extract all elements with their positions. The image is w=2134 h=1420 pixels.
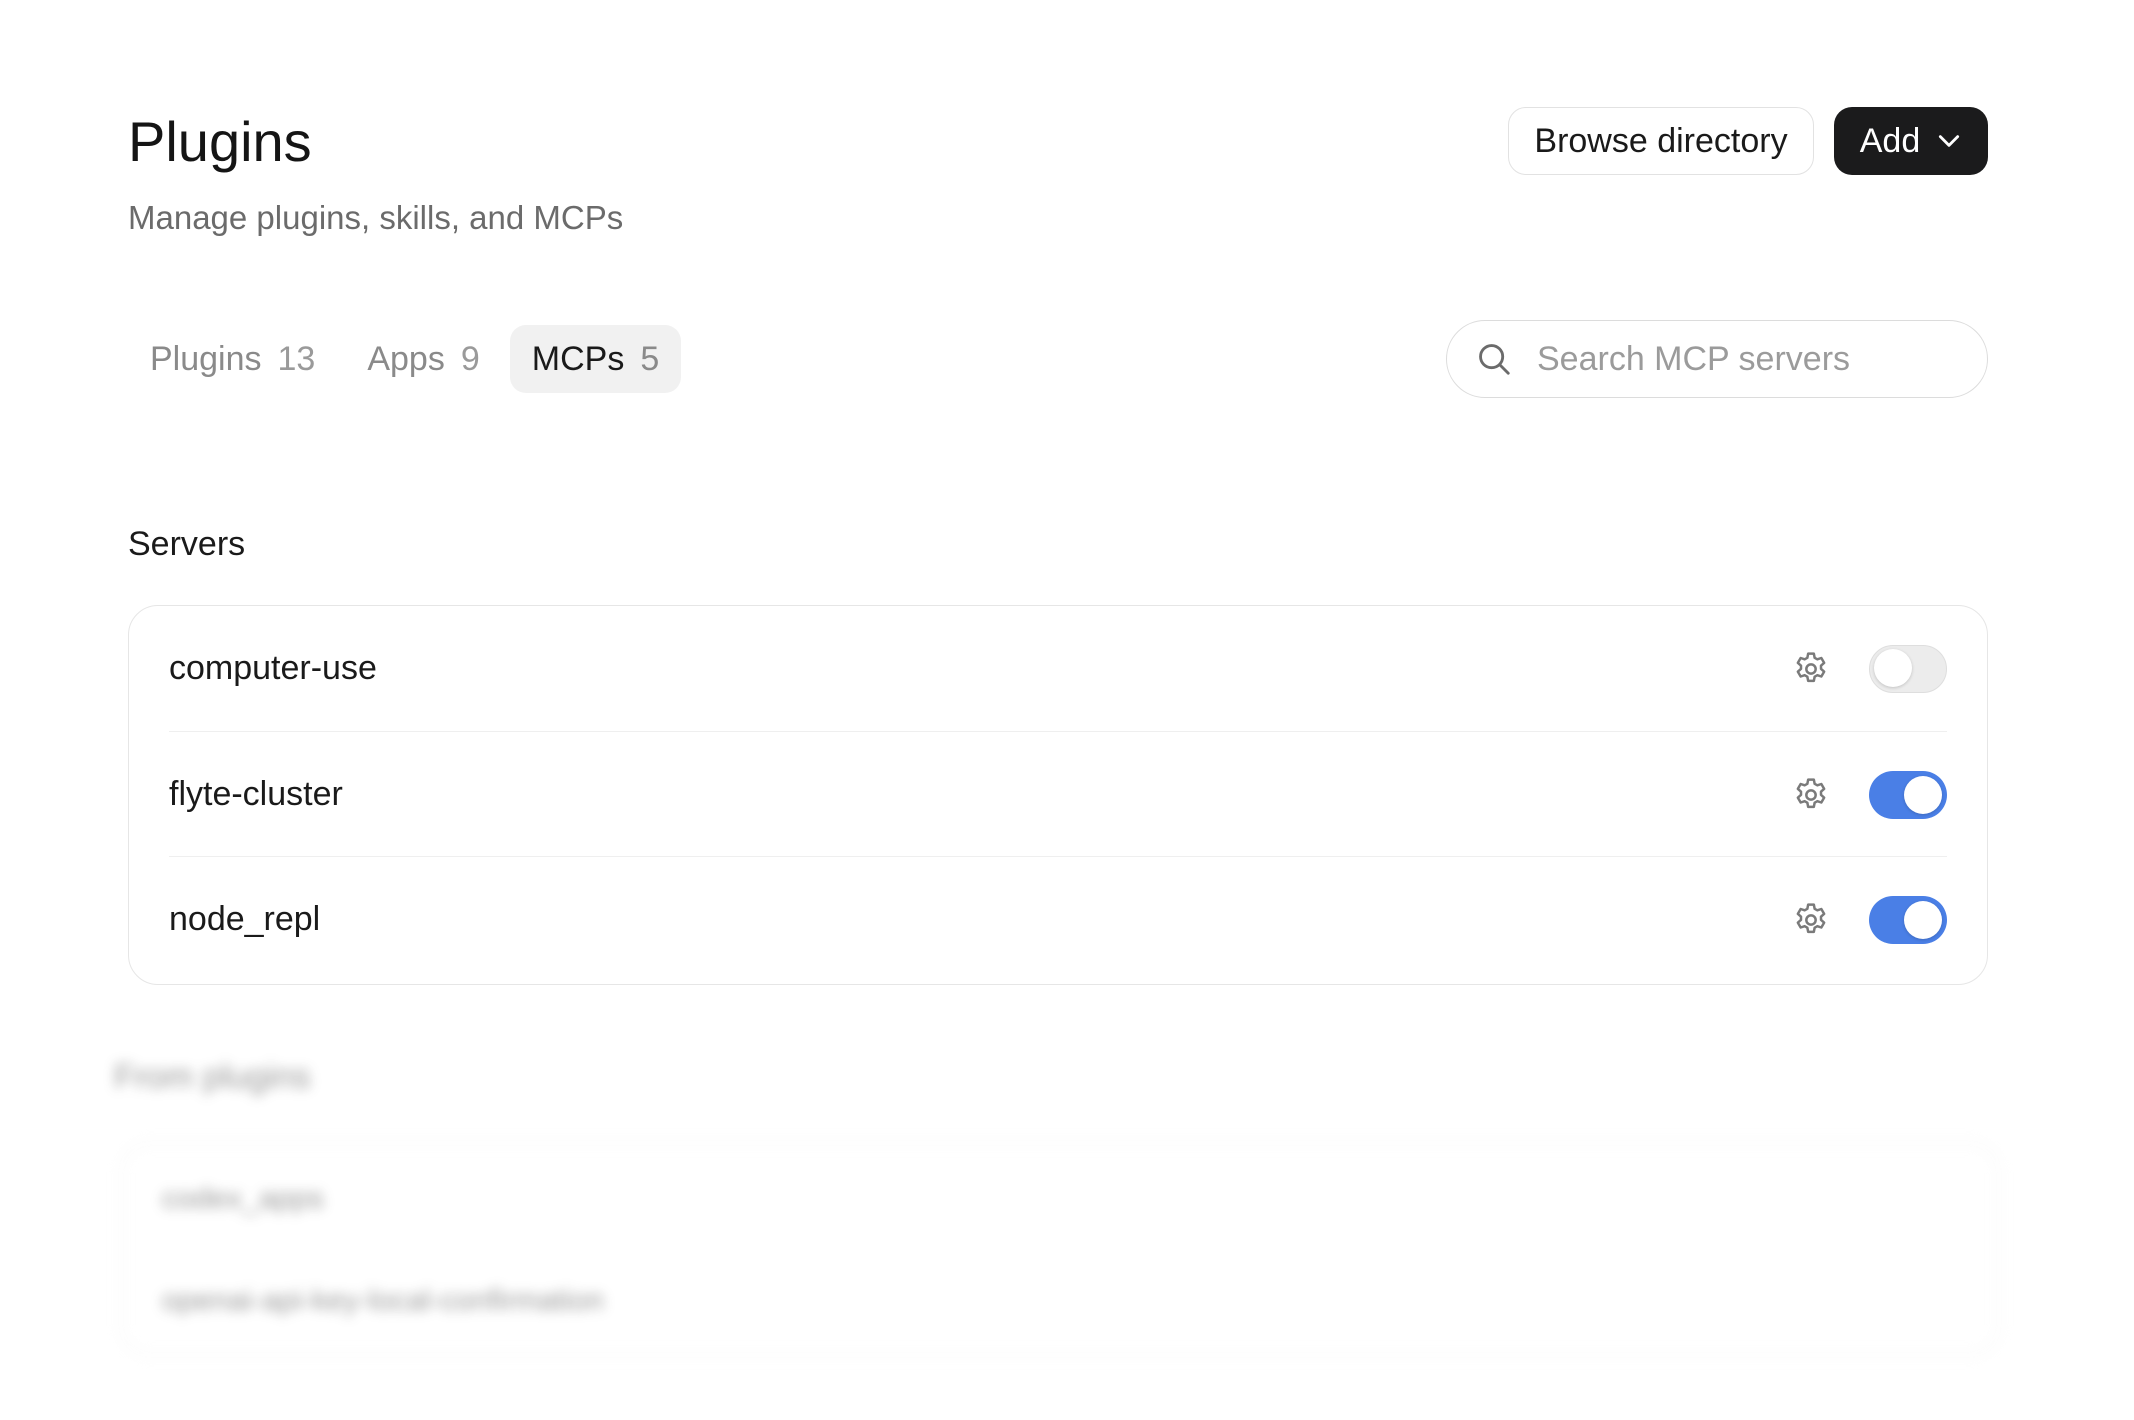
server-name: node_repl <box>169 900 321 938</box>
add-label: Add <box>1859 121 1921 160</box>
tab-plugins[interactable]: Plugins 13 <box>128 325 337 393</box>
servers-list: computer-use flyte-cluster node_repl <box>128 605 1988 985</box>
tab-label: Plugins <box>150 339 262 378</box>
server-row: computer-use <box>169 606 1947 731</box>
enable-toggle[interactable] <box>1869 644 1947 693</box>
page-title: Plugins <box>128 110 312 173</box>
search-icon <box>1479 344 1510 375</box>
tab-label: Apps <box>367 339 445 378</box>
server-row: node_repl <box>169 856 1947 982</box>
tab-mcps[interactable]: MCPs 5 <box>509 325 682 393</box>
search-box[interactable] <box>1446 320 1988 398</box>
list-item: openai-api-key-local-confirmation <box>162 1284 604 1317</box>
list-item: codex_apps <box>162 1182 324 1215</box>
browse-directory-label: Browse directory <box>1534 121 1788 160</box>
gear-icon[interactable] <box>1791 649 1831 689</box>
gear-icon[interactable] <box>1791 900 1831 940</box>
tab-count: 5 <box>640 339 660 378</box>
toggle-knob <box>1904 775 1942 814</box>
tab-count: 9 <box>460 339 480 378</box>
tab-apps[interactable]: Apps 9 <box>345 325 501 393</box>
server-name: flyte-cluster <box>169 775 343 813</box>
toggle-knob <box>1904 900 1942 939</box>
toggle-knob <box>1874 648 1912 687</box>
tab-label: MCPs <box>531 339 625 378</box>
gear-icon[interactable] <box>1791 775 1831 815</box>
page-subtitle: Manage plugins, skills, and MCPs <box>128 199 624 236</box>
enable-toggle[interactable] <box>1869 895 1947 944</box>
browse-directory-button[interactable]: Browse directory <box>1508 107 1814 175</box>
from-plugins-heading: From plugins <box>114 1058 311 1096</box>
servers-heading: Servers <box>128 525 246 563</box>
add-button[interactable]: Add <box>1834 107 1988 175</box>
server-row: flyte-cluster <box>169 731 1947 857</box>
enable-toggle[interactable] <box>1869 770 1947 819</box>
chevron-down-icon <box>1939 135 1960 147</box>
search-input[interactable] <box>1535 338 1959 380</box>
tab-count: 13 <box>277 339 316 378</box>
plugins-page: Plugins Manage plugins, skills, and MCPs… <box>0 0 2134 1420</box>
tab-bar: Plugins 13 Apps 9 MCPs 5 <box>128 325 682 393</box>
server-name: computer-use <box>169 649 377 687</box>
from-plugins-list: codex_apps openai-api-key-local-confirma… <box>120 1142 2000 1356</box>
